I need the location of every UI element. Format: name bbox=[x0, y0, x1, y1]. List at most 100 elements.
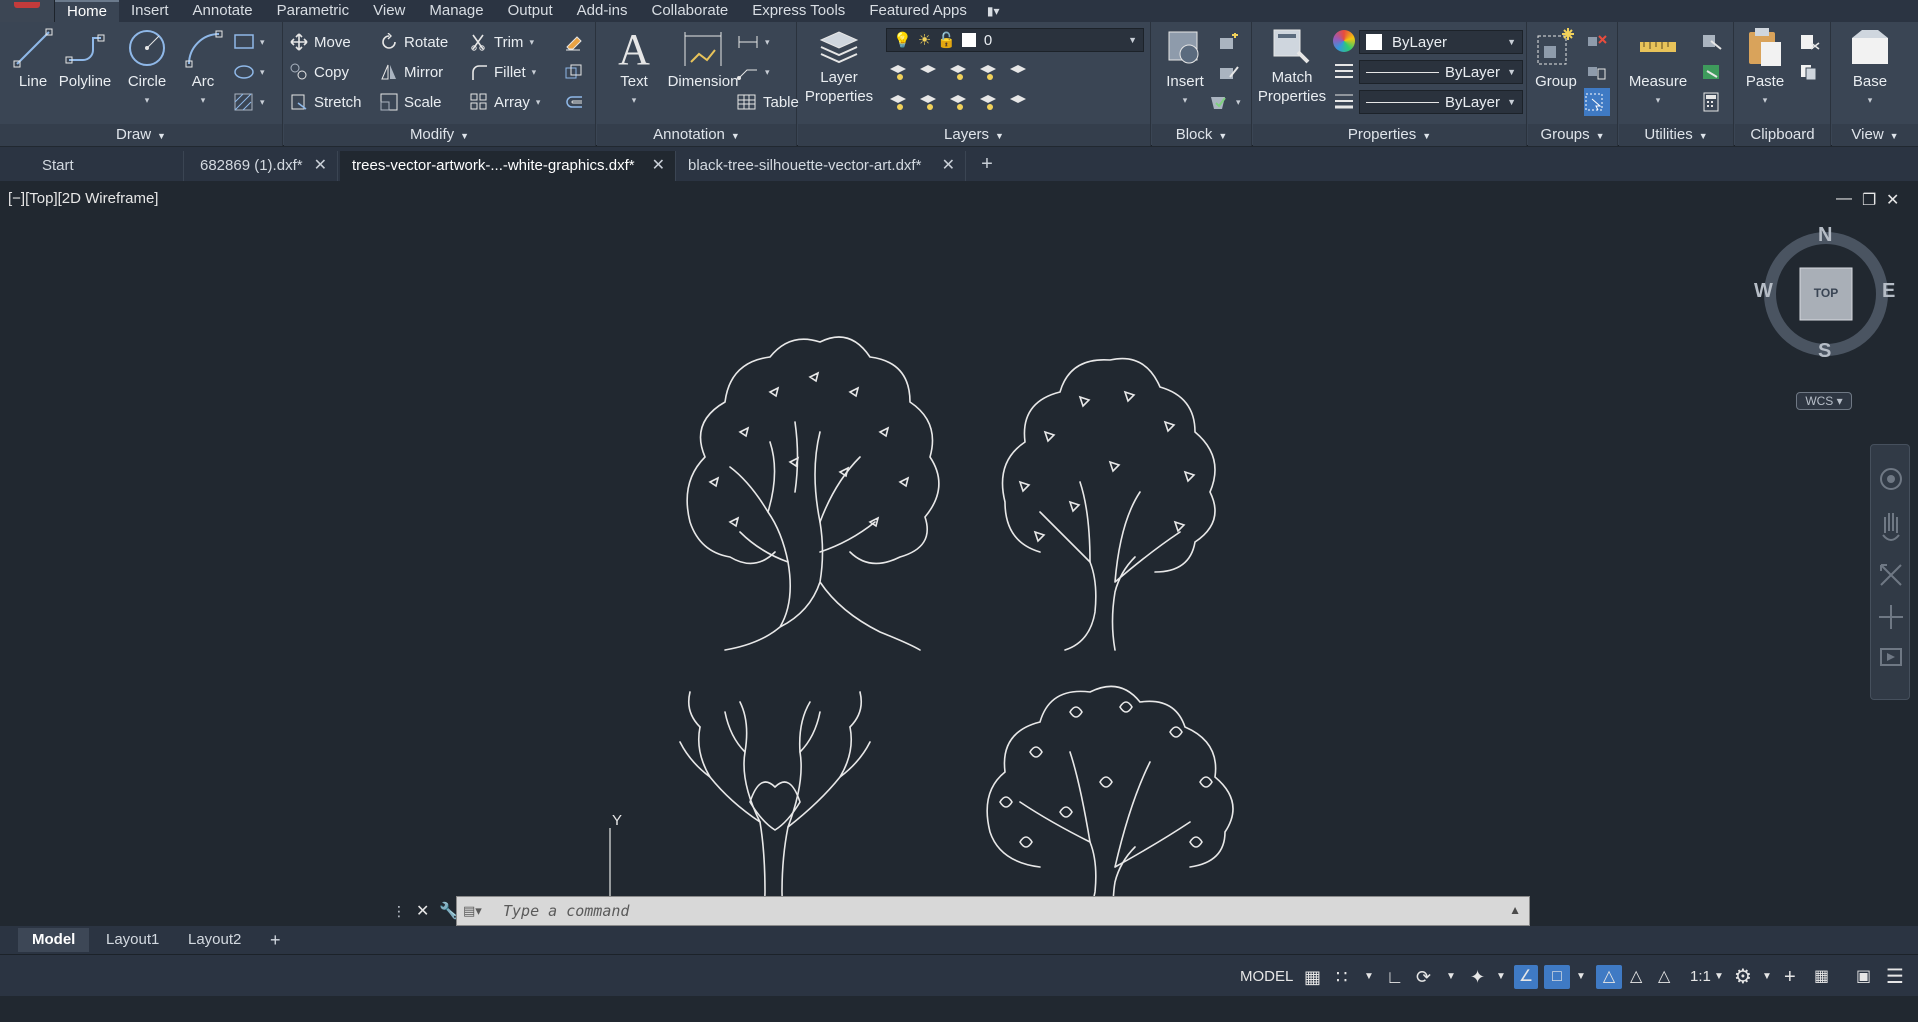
layout-tab-model[interactable]: Model bbox=[18, 928, 90, 952]
group-edit-tool[interactable] bbox=[1586, 58, 1614, 86]
layer-properties-tool[interactable]: Layer Properties bbox=[802, 26, 876, 106]
close-command-line-icon[interactable]: ✕ bbox=[416, 901, 429, 921]
tab-insert[interactable]: Insert bbox=[119, 0, 181, 22]
snap-icon[interactable]: ∷ bbox=[1336, 965, 1347, 989]
command-expand-icon[interactable]: ▲ bbox=[1509, 903, 1521, 917]
explode-tool[interactable] bbox=[564, 58, 590, 86]
create-block-tool[interactable] bbox=[1218, 28, 1246, 56]
tab-collaborate[interactable]: Collaborate bbox=[639, 0, 740, 22]
compass-south[interactable]: S bbox=[1818, 340, 1831, 363]
group-selection-toggle[interactable] bbox=[1584, 88, 1610, 116]
rectangle-dropdown-icon[interactable]: ▾ bbox=[260, 37, 265, 48]
measure-dropdown-icon[interactable]: ▾ bbox=[1619, 91, 1697, 110]
rectangle-tool[interactable]: ▾ bbox=[234, 28, 265, 56]
hatch-dropdown-icon[interactable]: ▾ bbox=[260, 97, 265, 108]
linear-dimension-tool[interactable]: ▾ bbox=[737, 28, 770, 56]
circle-dropdown-icon[interactable]: ▾ bbox=[116, 91, 178, 110]
polyline-tool[interactable]: Polyline bbox=[54, 26, 116, 91]
color-wheel-icon[interactable] bbox=[1333, 30, 1355, 52]
grid-icon[interactable]: ▦ bbox=[1304, 965, 1321, 989]
polar-dropdown-icon[interactable]: ▼ bbox=[1446, 965, 1456, 989]
polar-icon[interactable]: ⟳ bbox=[1416, 965, 1431, 989]
linear-dimension-dropdown-icon[interactable]: ▾ bbox=[765, 37, 770, 48]
copy-clip-tool[interactable] bbox=[1799, 58, 1827, 86]
ortho-icon[interactable]: ∟ bbox=[1386, 965, 1404, 989]
paste-dropdown-icon[interactable]: ▾ bbox=[1735, 91, 1795, 110]
base-dropdown-icon[interactable]: ▾ bbox=[1840, 91, 1900, 110]
wcs-menu[interactable]: WCS ▾ bbox=[1796, 392, 1852, 410]
workspace-dropdown-icon[interactable]: ▼ bbox=[1762, 965, 1772, 989]
text-dropdown-icon[interactable]: ▾ bbox=[603, 91, 665, 110]
circle-tool[interactable]: Circle ▾ bbox=[116, 26, 178, 110]
group-tool[interactable]: Group bbox=[1528, 26, 1584, 91]
layer-freeze-icon[interactable]: ☀ bbox=[918, 31, 931, 49]
annotation-scale-value[interactable]: 1:1 bbox=[1690, 965, 1711, 989]
trim-tool[interactable]: Trim ▾ bbox=[470, 28, 534, 56]
cut-tool[interactable] bbox=[1799, 28, 1827, 56]
calculator-tool[interactable] bbox=[1701, 88, 1729, 116]
application-menu-button[interactable] bbox=[0, 0, 55, 22]
layout-tab-layout2[interactable]: Layout2 bbox=[174, 928, 255, 952]
hatch-tool[interactable]: ▾ bbox=[234, 88, 265, 116]
tab-parametric[interactable]: Parametric bbox=[265, 0, 362, 22]
viewcube[interactable]: N S E W TOP bbox=[1754, 224, 1895, 363]
model-space-toggle[interactable]: MODEL bbox=[1240, 965, 1293, 989]
object-snap-dropdown-icon[interactable]: ▼ bbox=[1576, 965, 1586, 989]
snap-dropdown-icon[interactable]: ▼ bbox=[1364, 965, 1374, 989]
layers-panel-title[interactable]: Layers ▼ bbox=[798, 124, 1150, 146]
block-panel-title[interactable]: Block ▼ bbox=[1152, 124, 1251, 146]
edit-block-tool[interactable] bbox=[1218, 58, 1246, 86]
document-tab-2[interactable]: trees-vector-artwork-...-white-graphics.… bbox=[340, 151, 676, 181]
linetype-dropdown[interactable]: ByLayer ▼ bbox=[1359, 60, 1523, 84]
gear-icon[interactable]: ⚙ bbox=[1734, 965, 1752, 989]
tab-featured-apps[interactable]: Featured Apps bbox=[857, 0, 979, 22]
copy-tool[interactable]: Copy bbox=[290, 58, 349, 86]
offset-tool[interactable] bbox=[564, 88, 590, 116]
layout-tab-layout1[interactable]: Layout1 bbox=[92, 928, 173, 952]
trim-dropdown-icon[interactable]: ▾ bbox=[529, 37, 534, 48]
groups-panel-title[interactable]: Groups ▼ bbox=[1528, 124, 1617, 146]
view-panel-title[interactable]: View ▼ bbox=[1832, 124, 1918, 146]
arc-tool[interactable]: Arc ▾ bbox=[172, 26, 234, 110]
lineweight-dropdown[interactable]: ByLayer ▼ bbox=[1359, 90, 1523, 114]
paste-tool[interactable]: Paste ▾ bbox=[1735, 26, 1795, 110]
new-tab-button[interactable]: + bbox=[974, 152, 1000, 178]
document-tab-3[interactable]: black-tree-silhouette-vector-art.dxf* ✕ bbox=[676, 151, 966, 181]
array-dropdown-icon[interactable]: ▾ bbox=[536, 97, 541, 108]
minimize-viewport-icon[interactable]: — bbox=[1836, 190, 1852, 208]
command-line[interactable]: ▤▾ Type a command ▲ bbox=[456, 896, 1530, 926]
command-history-icon[interactable]: ▤▾ bbox=[463, 903, 482, 919]
close-icon[interactable]: ✕ bbox=[652, 151, 665, 181]
tab-manage[interactable]: Manage bbox=[417, 0, 495, 22]
viewcube-top-face[interactable]: TOP bbox=[1800, 286, 1852, 300]
linetype-icon[interactable] bbox=[1333, 60, 1355, 82]
tab-express-tools[interactable]: Express Tools bbox=[740, 0, 857, 22]
plus-icon[interactable]: + bbox=[1784, 965, 1796, 989]
compass-west[interactable]: W bbox=[1754, 280, 1773, 303]
fillet-dropdown-icon[interactable]: ▾ bbox=[532, 67, 537, 78]
object-snap-icon[interactable]: □ bbox=[1544, 965, 1570, 989]
quick-select-tool[interactable] bbox=[1701, 28, 1729, 56]
fillet-tool[interactable]: Fillet ▾ bbox=[470, 58, 536, 86]
close-icon[interactable]: ✕ bbox=[314, 151, 327, 181]
mirror-tool[interactable]: Mirror bbox=[380, 58, 443, 86]
object-snap-tracking-icon[interactable]: ∠ bbox=[1514, 965, 1538, 989]
insert-tool[interactable]: Insert ▾ bbox=[1154, 26, 1216, 110]
clipboard-panel-title[interactable]: Clipboard bbox=[1735, 124, 1830, 146]
layer-lock-icon[interactable]: 🔓 bbox=[937, 31, 956, 49]
annotation-autoscale-icon[interactable]: △ bbox=[1630, 965, 1642, 989]
lineweight-icon[interactable] bbox=[1333, 90, 1355, 112]
measure-tool[interactable]: Measure ▾ bbox=[1619, 26, 1697, 110]
annotation-scale-icon[interactable]: △ bbox=[1658, 965, 1670, 989]
tab-home[interactable]: Home bbox=[55, 0, 120, 22]
match-properties-tool[interactable]: Match Properties bbox=[1255, 26, 1329, 106]
modify-panel-title[interactable]: Modify ▼ bbox=[284, 124, 595, 146]
compass-north[interactable]: N bbox=[1818, 224, 1832, 247]
tab-annotate[interactable]: Annotate bbox=[181, 0, 265, 22]
table-tool[interactable]: Table bbox=[737, 88, 799, 116]
leader-tool[interactable]: ▾ bbox=[737, 58, 770, 86]
move-tool[interactable]: Move bbox=[290, 28, 351, 56]
document-tab-1[interactable]: 682869 (1).dxf* ✕ bbox=[188, 151, 338, 181]
fullscreen-icon[interactable]: ▣ bbox=[1856, 965, 1871, 989]
array-tool[interactable]: Array ▾ bbox=[470, 88, 540, 116]
